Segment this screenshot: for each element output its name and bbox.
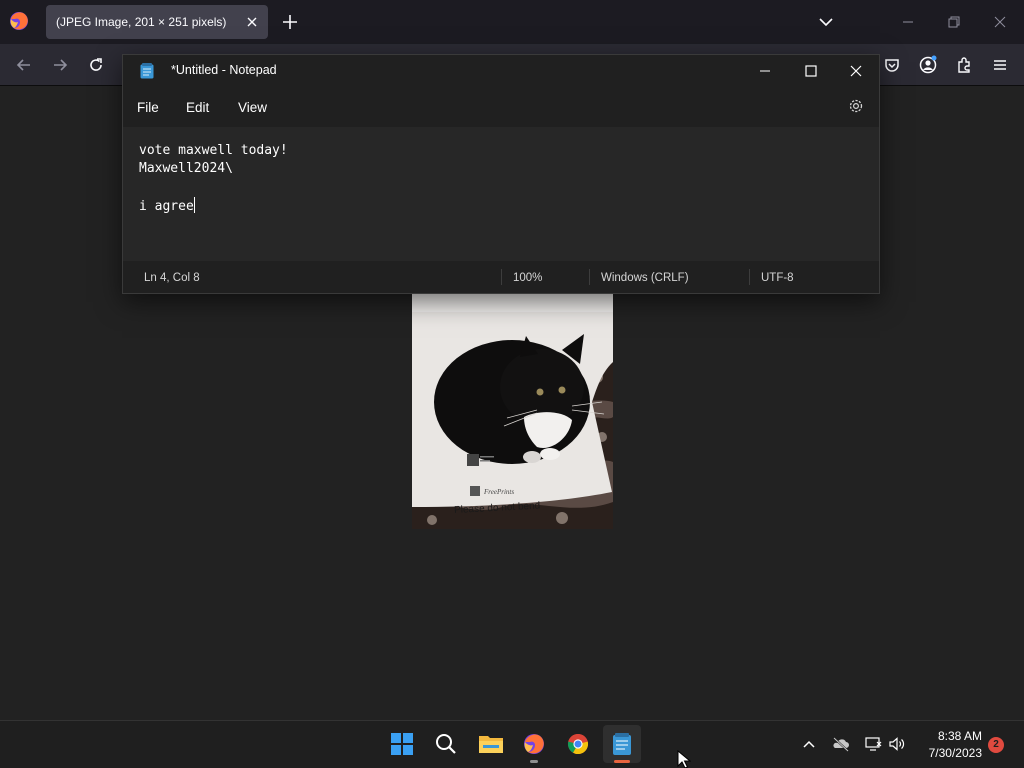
- back-icon[interactable]: [14, 55, 34, 75]
- chevron-down-icon[interactable]: [816, 12, 836, 32]
- browser-tab-strip: (JPEG Image, 201 × 251 pixels): [0, 0, 1024, 44]
- browser-tab-active[interactable]: (JPEG Image, 201 × 251 pixels): [46, 5, 268, 39]
- zoom-level[interactable]: 100%: [513, 272, 542, 284]
- notification-badge[interactable]: 2: [988, 737, 1004, 753]
- taskbar-notepad[interactable]: [603, 725, 641, 763]
- close-icon[interactable]: [244, 14, 260, 30]
- taskbar: 8:38 AM 7/30/2023 2: [0, 720, 1024, 768]
- status-divider: [589, 269, 590, 285]
- text-caret: [193, 197, 195, 213]
- status-divider: [501, 269, 502, 285]
- onedrive-offline-icon[interactable]: [832, 735, 850, 753]
- text-editor[interactable]: vote maxwell today! Maxwell2024\ i agree: [123, 127, 879, 261]
- editor-line: Maxwell2024\: [139, 161, 233, 176]
- status-bar: Ln 4, Col 8 100% Windows (CRLF) UTF-8: [123, 261, 879, 293]
- network-icon[interactable]: [864, 735, 882, 753]
- cursor-position: Ln 4, Col 8: [144, 272, 200, 284]
- minimize-icon[interactable]: [755, 61, 775, 81]
- restore-icon[interactable]: [944, 12, 964, 32]
- menu-view[interactable]: View: [238, 100, 267, 115]
- menu-edit[interactable]: Edit: [186, 100, 209, 115]
- forward-icon[interactable]: [50, 55, 70, 75]
- firefox-icon[interactable]: [8, 10, 30, 32]
- plus-icon[interactable]: [280, 12, 300, 32]
- taskbar-file-explorer[interactable]: [471, 725, 509, 763]
- menu-file[interactable]: File: [137, 100, 159, 115]
- account-icon[interactable]: [918, 55, 938, 75]
- line-ending[interactable]: Windows (CRLF): [601, 272, 689, 284]
- notepad-menubar: File Edit View: [123, 87, 879, 127]
- chevron-up-icon[interactable]: [800, 735, 818, 753]
- taskbar-chrome[interactable]: [559, 725, 597, 763]
- cat-photo: FreePrints Please do not bend: [412, 292, 613, 529]
- notepad-icon: [140, 63, 154, 79]
- extensions-icon[interactable]: [954, 55, 974, 75]
- close-icon[interactable]: [846, 61, 866, 81]
- status-divider: [749, 269, 750, 285]
- notepad-window[interactable]: *Untitled - Notepad File Edit View vote …: [122, 54, 880, 294]
- running-indicator: [530, 760, 538, 763]
- gear-icon[interactable]: [847, 97, 865, 115]
- volume-icon[interactable]: [888, 735, 906, 753]
- start-icon: [391, 733, 413, 755]
- taskbar-firefox[interactable]: [515, 725, 553, 763]
- search-button[interactable]: [427, 725, 465, 763]
- search-icon: [436, 734, 456, 754]
- notepad-titlebar[interactable]: *Untitled - Notepad: [123, 55, 879, 87]
- clock-time[interactable]: 8:38 AM: [918, 729, 982, 743]
- firefox-icon: [524, 734, 544, 754]
- notepad-icon: [613, 733, 631, 755]
- encoding[interactable]: UTF-8: [761, 272, 794, 284]
- maximize-icon[interactable]: [801, 61, 821, 81]
- tab-title: (JPEG Image, 201 × 251 pixels): [56, 15, 227, 29]
- editor-line: vote maxwell today!: [139, 143, 288, 158]
- window-title: *Untitled - Notepad: [171, 63, 277, 77]
- close-icon[interactable]: [990, 12, 1010, 32]
- active-indicator: [614, 760, 630, 763]
- editor-line-current: i agree: [139, 197, 195, 214]
- chrome-icon: [567, 734, 589, 755]
- editor-line-text: i agree: [139, 199, 194, 214]
- clock-date[interactable]: 7/30/2023: [918, 746, 982, 760]
- pocket-icon[interactable]: [882, 55, 902, 75]
- stamp-text: FreePrints: [483, 488, 514, 496]
- start-button[interactable]: [383, 725, 421, 763]
- reload-icon[interactable]: [86, 55, 106, 75]
- file-explorer-icon: [479, 736, 503, 753]
- menu-icon[interactable]: [990, 55, 1010, 75]
- mouse-cursor-icon: [677, 750, 691, 768]
- minimize-icon[interactable]: [898, 12, 918, 32]
